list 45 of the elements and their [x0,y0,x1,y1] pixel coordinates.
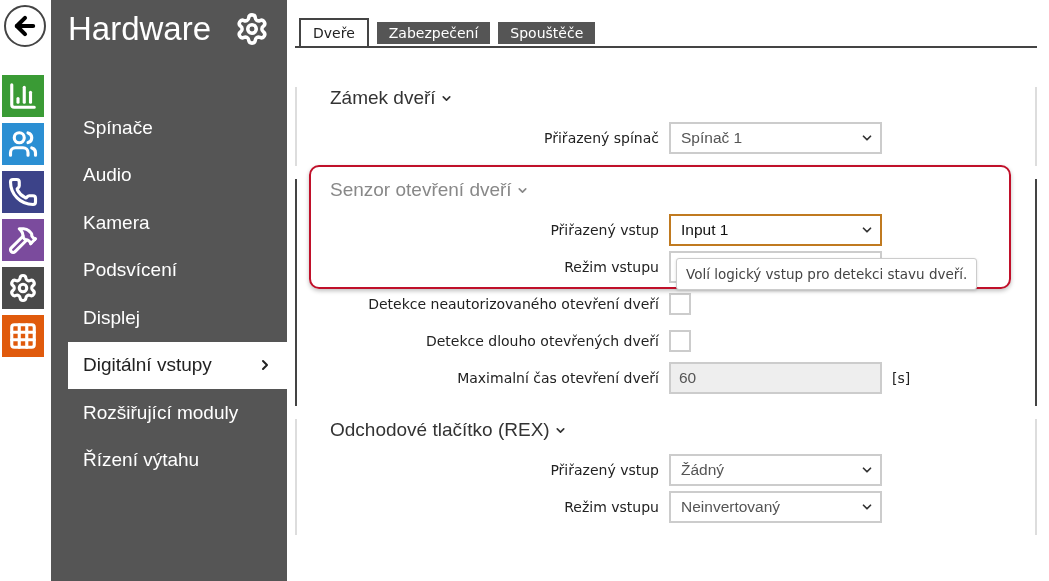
field-label: Detekce dlouho otevřených dveří [424,333,659,349]
section-title[interactable]: Zámek dveří [297,87,1035,109]
sidebar-item[interactable]: Řízení výtahu [68,436,287,484]
users-icon [8,129,38,159]
tab[interactable]: Spouštěče [498,22,596,44]
checkbox[interactable] [669,293,691,315]
sidebar-item[interactable]: Digitální vstupy [68,341,287,389]
field-label: Detekce neautorizovaného otevření dveří [367,296,659,312]
sidebar-item[interactable]: Rozšiřující moduly [68,389,287,437]
tab[interactable]: Zabezpečení [376,22,491,44]
settings-icon[interactable] [235,12,269,46]
settings-icon [8,273,38,303]
phone-icon [8,177,38,207]
tab[interactable]: Dveře [299,18,369,46]
back-button[interactable] [4,5,46,47]
unit-label: [s] [892,370,912,386]
hammer-icon [8,225,38,255]
section-title[interactable]: Senzor otevření dveří [297,179,1035,201]
field-label: Přiřazený vstup [549,462,659,478]
bar-chart-icon [8,81,38,111]
chart-menu-button[interactable] [2,75,44,117]
select-field[interactable]: Žádný [669,454,882,486]
field-label: Režim vstupu [563,499,659,515]
field-label: Přiřazený spínač [543,130,659,146]
sidebar-item[interactable]: Kamera [68,199,287,247]
tooltip: Volí logický vstup pro detekci stavu dveří. [676,258,978,290]
sidebar-item[interactable]: Spínače [68,104,287,152]
tools-menu-button[interactable] [2,219,44,261]
field-label: Maximalní čas otevření dveří [456,370,659,386]
select-field[interactable]: Neinvertovaný [669,491,882,523]
field-label: Režim vstupu [563,259,659,275]
phone-menu-button[interactable] [2,171,44,213]
section-title[interactable]: Odchodové tlačítko (REX) [297,419,1035,441]
select-field[interactable]: Spínač 1 [669,122,882,154]
field-label: Přiřazený vstup [549,222,659,238]
select-field[interactable]: Input 1 [669,214,882,246]
grid-icon [8,321,38,351]
checkbox[interactable] [669,330,691,352]
sidebar-item[interactable]: Podsvícení [68,246,287,294]
settings-menu-button[interactable] [2,267,44,309]
sidebar-item[interactable]: Displej [68,294,287,342]
grid-menu-button[interactable] [2,315,44,357]
users-menu-button[interactable] [2,123,44,165]
sidebar-title: Hardware [68,10,212,48]
sidebar-item[interactable]: Audio [68,151,287,199]
